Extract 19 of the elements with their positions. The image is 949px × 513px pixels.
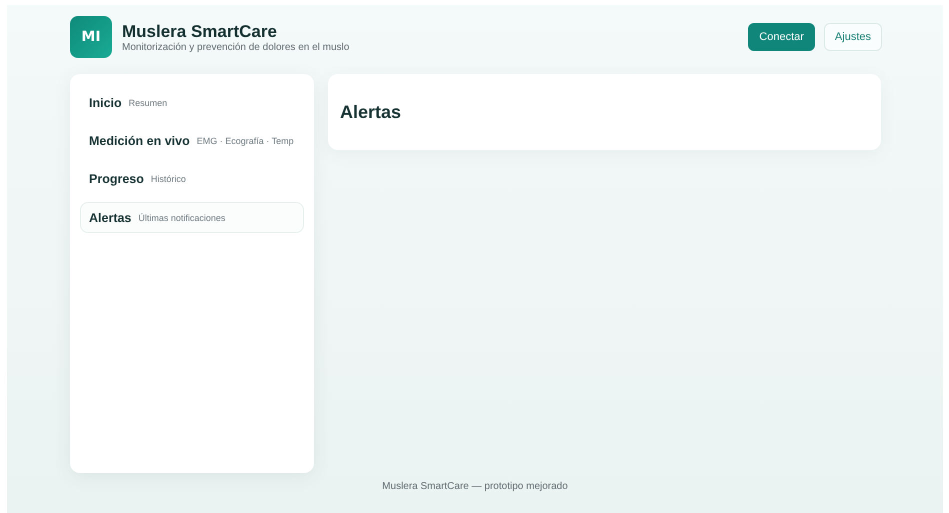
nav-label: Progreso [89, 172, 144, 186]
settings-button[interactable]: Ajustes [824, 23, 882, 51]
page-title: Alertas [340, 102, 402, 122]
nav-label: Inicio [89, 96, 122, 110]
nav-item[interactable]: Progreso Histórico [80, 160, 304, 198]
nav-hint: Histórico [150, 174, 186, 184]
app-logo: MI [70, 16, 112, 58]
app-title: Muslera SmartCare [122, 22, 278, 42]
nav-item[interactable]: Inicio Resumen [80, 84, 304, 122]
connect-button[interactable]: Conectar [748, 23, 815, 51]
nav-label: Medición en vivo [89, 134, 190, 148]
app-subtitle: Monitorización y prevención de dolores en el muslo [122, 42, 350, 52]
nav-hint: Resumen [128, 98, 168, 108]
footer-text: Muslera SmartCare — prototipo mejorado [382, 481, 568, 492]
nav-label: Alertas [89, 210, 132, 224]
nav-item[interactable]: Alertas Últimas notificaciones [80, 202, 304, 233]
nav-hint: EMG · Ecografía · Temp [196, 136, 294, 146]
nav-hint: Últimas notificaciones [138, 212, 226, 222]
nav-item[interactable]: Medición en vivo EMG · Ecografía · Temp [80, 122, 304, 160]
